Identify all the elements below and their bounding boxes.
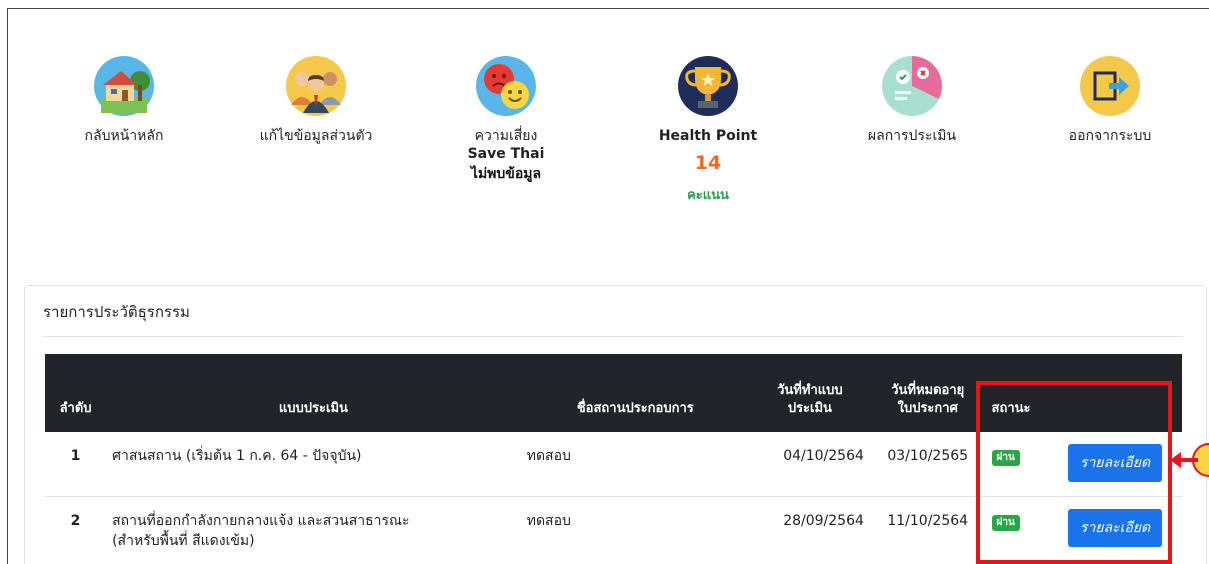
col-no: ลำดับ	[59, 401, 92, 416]
nav-risk-sub: Save Thai	[467, 146, 545, 162]
row-date-done: 28/09/2564	[749, 496, 870, 564]
nav-evaluation[interactable]: ผลการประเมิน	[822, 55, 1002, 145]
col-date-done-line2: ประเมิน	[787, 401, 832, 416]
row-form-line1: สถานที่ออกกำลังกายกลางแจ้ง และสวนสาธารณะ	[112, 513, 410, 529]
col-shop: ชื่อสถานประกอบการ	[576, 401, 694, 416]
nav-home[interactable]: กลับหน้าหลัก	[34, 55, 214, 145]
annotation-arrow-icon	[1170, 443, 1209, 477]
nav-health-point[interactable]: Health Point 14 คะแนน	[618, 55, 798, 205]
nav-risk[interactable]: ความเสี่ยง Save Thai ไม่พบข้อมูล	[416, 55, 596, 185]
row-date-exp: 11/10/2564	[869, 496, 986, 564]
row-form-line2: (สำหรับพื้นที่ สีแดงเข้ม)	[112, 533, 255, 549]
card-divider	[43, 336, 1183, 337]
row-form-line1: ศาสนสถาน (เริ่มต้น 1 ก.ค. 64 - ปัจจุบัน)	[112, 448, 362, 464]
row-shop: ทดสอบ	[520, 496, 750, 564]
history-title: รายการประวัติธุรกรรม	[43, 303, 190, 321]
logout-icon	[1080, 56, 1140, 116]
row-form: สถานที่ออกกำลังกายกลางแจ้ง และสวนสาธารณะ…	[106, 496, 521, 564]
col-form: แบบประเมิน	[278, 401, 348, 416]
nav-profile[interactable]: แก้ไขข้อมูลส่วนตัว	[226, 55, 406, 145]
annotation-highlight-box	[976, 381, 1172, 564]
nav-profile-label: แก้ไขข้อมูลส่วนตัว	[259, 128, 373, 144]
nav-evaluation-label: ผลการประเมิน	[867, 128, 957, 144]
row-date-done: 04/10/2564	[749, 432, 870, 497]
nav-health-label: Health Point	[658, 128, 758, 144]
nav-home-label: กลับหน้าหลัก	[84, 128, 164, 144]
row-shop: ทดสอบ	[520, 432, 750, 497]
trophy-icon	[678, 56, 738, 116]
row-form: ศาสนสถาน (เริ่มต้น 1 ก.ค. 64 - ปัจจุบัน)	[106, 432, 521, 497]
col-date-done: วันที่ทำแบบ ประเมิน	[750, 354, 870, 432]
col-date-exp-line1: วันที่หมดอายุ	[891, 383, 965, 398]
nav-risk-label: ความเสี่ยง	[474, 128, 538, 144]
row-date-exp: 03/10/2565	[869, 432, 986, 497]
health-score: 14	[694, 152, 722, 174]
nav-risk-value: ไม่พบข้อมูล	[470, 166, 542, 182]
nav-logout-label: ออกจากระบบ	[1068, 128, 1152, 144]
nav-logout[interactable]: ออกจากระบบ	[1020, 55, 1200, 145]
home-icon	[94, 56, 154, 116]
col-date-done-line1: วันที่ทำแบบ	[777, 383, 843, 398]
people-icon	[286, 56, 346, 116]
row-no: 1	[45, 432, 107, 497]
risk-faces-icon	[476, 56, 536, 116]
col-date-exp: วันที่หมดอายุ ใบประกาศ	[870, 354, 986, 432]
top-nav: กลับหน้าหลัก แก้ไขข้อมูลส่วนตัว ความเสี่…	[8, 55, 1209, 245]
evaluation-icon	[882, 56, 942, 116]
health-unit: คะแนน	[687, 188, 729, 203]
row-no: 2	[45, 496, 107, 564]
col-date-exp-line2: ใบประกาศ	[897, 401, 958, 416]
